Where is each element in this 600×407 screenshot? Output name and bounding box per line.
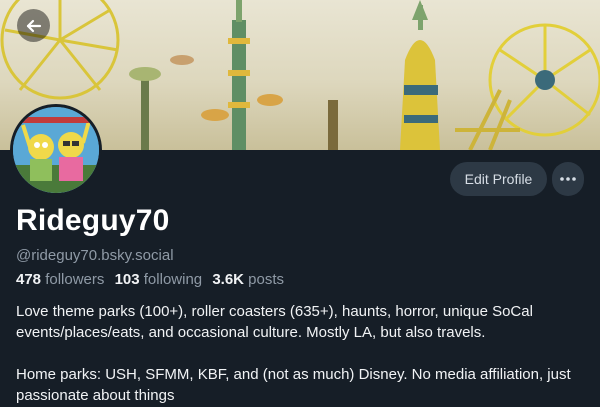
ellipsis-icon [560, 177, 576, 181]
followers-link[interactable]: 478 followers [16, 271, 104, 288]
profile-bio: Love theme parks (100+), roller coasters… [16, 301, 586, 406]
display-name: Rideguy70 [16, 204, 170, 237]
user-handle: @rideguy70.bsky.social [16, 247, 174, 264]
avatar-image [13, 107, 99, 193]
following-link[interactable]: 103 following [115, 271, 203, 288]
edit-profile-button[interactable]: Edit Profile [450, 162, 547, 196]
following-count: 103 [114, 271, 140, 288]
arrow-left-icon [26, 19, 41, 32]
posts-count: 3.6K [212, 271, 244, 288]
posts-label: posts [248, 271, 285, 288]
posts-stat: 3.6K posts [212, 271, 284, 288]
followers-label: followers [45, 271, 105, 288]
bio-paragraph: Home parks: USH, SFMM, KBF, and (not as … [16, 366, 571, 404]
edit-profile-label: Edit Profile [464, 171, 533, 187]
back-button[interactable] [17, 9, 50, 42]
followers-count: 478 [16, 271, 42, 288]
bio-paragraph: Love theme parks (100+), roller coasters… [16, 303, 533, 341]
profile-stats: 478 followers 103 following 3.6K posts [16, 271, 290, 288]
avatar[interactable] [10, 104, 102, 196]
more-options-button[interactable] [552, 162, 584, 196]
following-label: following [143, 271, 203, 288]
